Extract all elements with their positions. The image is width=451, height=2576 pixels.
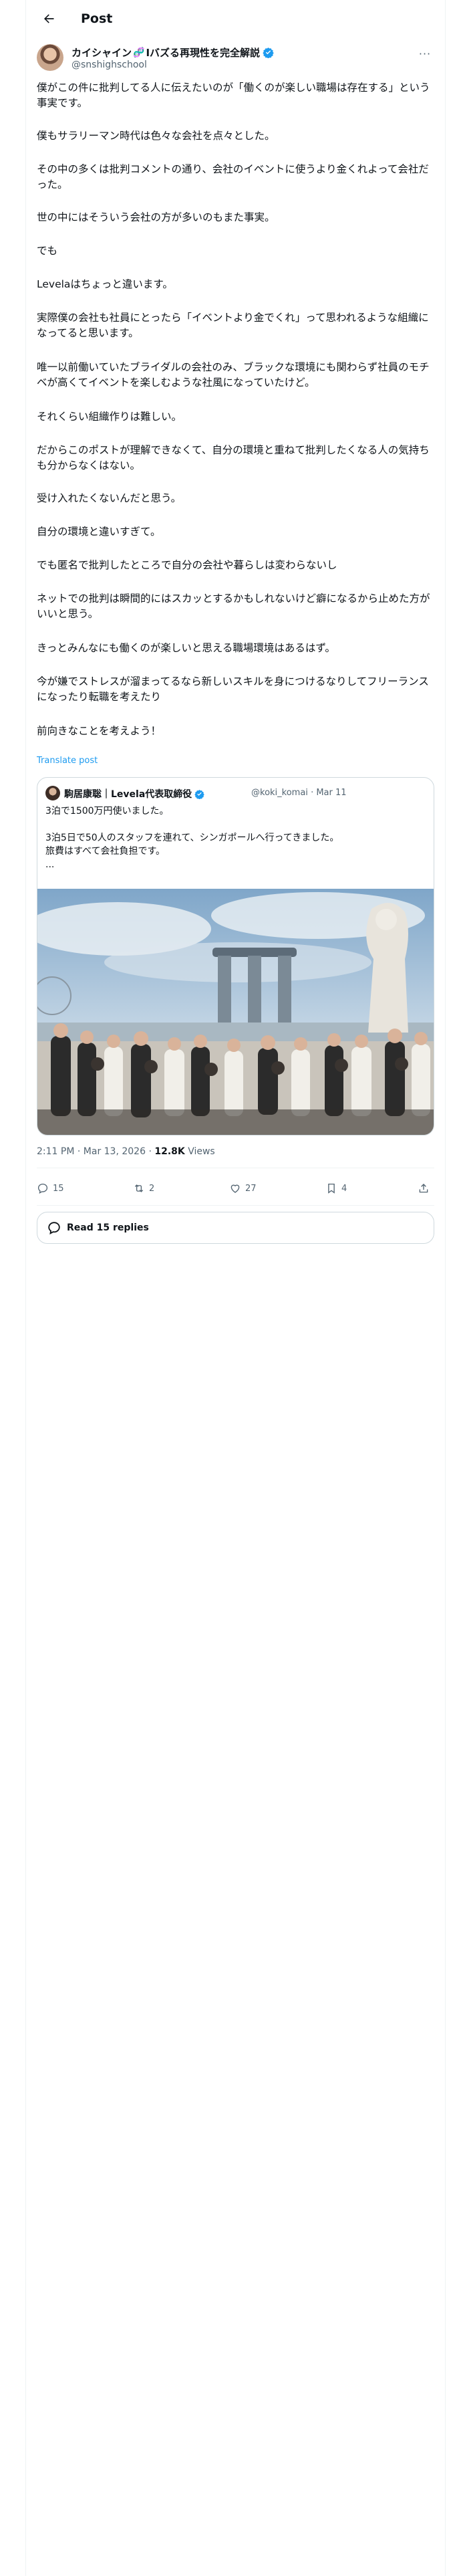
verified-badge-icon — [194, 789, 205, 799]
post-paragraph: きっとみんなにも働くのが楽しいと思える職場環境はあるはず。 — [37, 642, 335, 654]
author-handle[interactable]: @snshighschool — [71, 60, 147, 70]
page-title: Post — [81, 11, 113, 26]
views-label: Views — [188, 1146, 215, 1157]
views-count: 12.8K — [154, 1146, 185, 1157]
post-paragraph: Levelaはちょっと違います。 — [37, 278, 173, 290]
arrow-left-icon — [44, 14, 54, 23]
quoted-line: 旅費はすべて会社負担です。 — [45, 846, 166, 857]
share-icon — [419, 1184, 428, 1193]
bookmark-count: 4 — [341, 1183, 347, 1194]
author-name[interactable]: カイシャイン 🧬 Iバズる再現性を完全解説 — [71, 45, 274, 60]
right-column-border — [445, 0, 446, 2576]
quoted-avatar — [45, 786, 60, 800]
quoted-line: ... — [45, 859, 55, 870]
quoted-meta: @koki_komai · Mar 11 — [251, 788, 347, 798]
post-paragraph: 僕もサラリーマン時代は色々な会社を点々とした。 — [37, 130, 275, 142]
post-paragraph: それくらい組織作りは難しい。 — [37, 411, 182, 423]
post-paragraph: 唯一以前働いていたブライダルの会社のみ、ブラックな環境にも関わらず社員のモチベが… — [37, 361, 430, 389]
read-replies-label: Read 15 replies — [67, 1222, 149, 1233]
verified-badge-icon — [263, 47, 274, 58]
post-paragraph: 今が嫌でストレスが溜まってるなら新しいスキルを身につけるなりしてフリーランスにな… — [37, 675, 429, 703]
dna-emoji: 🧬 — [133, 47, 145, 58]
read-replies-button[interactable]: Read 15 replies — [37, 1212, 434, 1244]
post-paragraph: 前向きなことを考えよう！ — [37, 725, 162, 737]
top-bar: Post — [26, 0, 445, 37]
group-photo-image[interactable] — [37, 889, 434, 1136]
quoted-author-name: 駒居康聡｜Levela代表取締役 — [64, 787, 205, 800]
reply-button[interactable]: 15 — [37, 1182, 64, 1194]
post-paragraph: でも匿名で批判したところで自分の会社や暮らしは変わらないし — [37, 559, 337, 571]
action-bar: 15 2 27 4 — [37, 1174, 434, 1204]
quoted-line: 3泊5日で50人のスタッフを連れて、シンガポールへ行ってきました。 — [45, 833, 339, 843]
quoted-post[interactable]: 駒居康聡｜Levela代表取締役 @koki_komai · Mar 11 3泊… — [37, 777, 434, 1136]
reply-icon — [37, 1183, 48, 1194]
post-paragraph: 自分の環境と違いすぎて。 — [37, 526, 161, 538]
divider — [37, 1205, 434, 1206]
post-detail-column: Post カイシャイン 🧬 Iバズる再現性を完全解説 @snshighschoo… — [26, 0, 445, 1244]
post-paragraph: だからこのポストが理解できなくて、自分の環境と重ねて批判したくなる人の気持ちも分… — [37, 444, 430, 471]
reply-bubble-icon — [48, 1222, 60, 1235]
heart-icon — [231, 1184, 240, 1193]
like-button[interactable]: 27 — [229, 1182, 257, 1194]
back-button[interactable] — [37, 7, 61, 31]
post-time[interactable]: 2:11 PM — [37, 1146, 74, 1157]
post-paragraph: 受け入れたくないんだと思う。 — [37, 492, 182, 504]
post-paragraph: ネットでの批判は瞬間的にはスカッとするかもしれないけど癖になるから止めた方がいい… — [37, 593, 430, 620]
author-name-text: カイシャイン — [71, 47, 132, 59]
separator-dot: · — [77, 1146, 84, 1157]
repost-icon — [134, 1184, 144, 1192]
post-paragraph: 僕がこの件に批判してる人に伝えたいのが「働くのが楽しい職場は存在する」という事実… — [37, 82, 430, 109]
post-paragraph: その中の多くは批判コメントの通り、会社のイベントに使うより金くれよって会社だった… — [37, 163, 429, 191]
quoted-text: 3泊で1500万円使いました。 3泊5日で50人のスタッフを連れて、シンガポール… — [45, 804, 426, 871]
post-timestamp: 2:11 PM · Mar 13, 2026 · 12.8K Views — [37, 1146, 215, 1157]
avatar[interactable] — [37, 44, 63, 71]
quoted-line — [45, 818, 426, 831]
like-count: 27 — [245, 1183, 257, 1194]
quoted-date: Mar 11 — [316, 788, 347, 798]
quoted-line: 3泊で1500万円使いました。 — [45, 806, 169, 817]
more-options-button[interactable]: ··· — [416, 47, 434, 60]
post-paragraph: 世の中にはそういう会社の方が多いのもまた事実。 — [37, 211, 275, 223]
post-author: カイシャイン 🧬 Iバズる再現性を完全解説 @snshighschool ··· — [37, 44, 434, 74]
repost-button[interactable]: 2 — [133, 1182, 154, 1194]
quoted-author-name-text: 駒居康聡｜Levela代表取締役 — [64, 789, 192, 800]
reply-count: 15 — [53, 1183, 64, 1194]
left-column-border — [25, 0, 26, 2576]
post-paragraph: 実際僕の会社も社員にとったら「イベントより金でくれ」って思われるような組織になっ… — [37, 312, 429, 339]
author-name-text-2: Iバズる再現性を完全解説 — [146, 47, 261, 59]
share-button[interactable] — [418, 1182, 434, 1194]
repost-count: 2 — [149, 1183, 155, 1194]
post-paragraph: でも — [37, 245, 58, 257]
post-date[interactable]: Mar 13, 2026 — [84, 1146, 146, 1157]
bookmark-button[interactable]: 4 — [325, 1182, 347, 1194]
quoted-handle: @koki_komai — [251, 788, 308, 798]
bookmark-icon — [328, 1183, 335, 1194]
translate-post-link[interactable]: Translate post — [37, 756, 98, 766]
